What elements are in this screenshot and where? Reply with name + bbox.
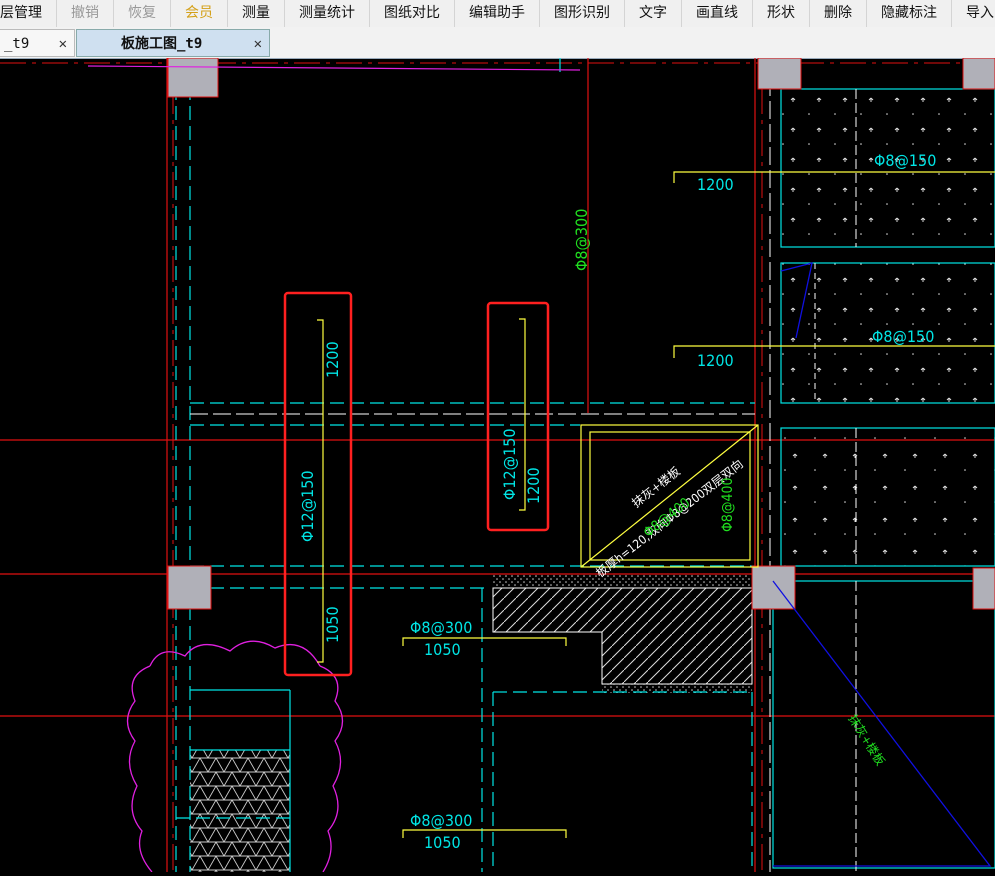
rebar-label[interactable]: Φ12@150 [298, 470, 317, 542]
dimension-label[interactable]: 1050 [323, 606, 342, 643]
rebar-label[interactable]: Φ8@300 [410, 811, 472, 830]
blue-diagonal [772, 580, 992, 867]
shaft-label[interactable]: 抹灰+楼板 [845, 712, 888, 768]
tab-slab-drawing[interactable]: 板施工图_t9 ✕ [76, 29, 270, 57]
import-button[interactable]: 导入 [952, 0, 995, 27]
dimension-label[interactable]: 1200 [697, 175, 734, 194]
drawing-compare-button[interactable]: 图纸对比 [370, 0, 455, 27]
rebar-label[interactable]: Φ8@150 [874, 151, 936, 170]
edit-assistant-button[interactable]: 编辑助手 [455, 0, 540, 27]
text-button[interactable]: 文字 [625, 0, 682, 27]
magenta-line [87, 65, 581, 71]
tab-label: _t9 [4, 36, 30, 52]
main-toolbar: 层管理 撤销 恢复 会员 测量 测量统计 图纸对比 编辑助手 图形识别 文字 画… [0, 0, 995, 28]
rebar-label[interactable]: Φ8@150 [872, 327, 934, 346]
speckle-strip [493, 575, 751, 586]
rebar-label[interactable]: Φ8@400 [720, 477, 736, 532]
undo-button[interactable]: 撤销 [57, 0, 114, 27]
dimension-label[interactable]: 1050 [424, 833, 461, 852]
dimension-label[interactable]: 1200 [323, 341, 342, 378]
dimension-label[interactable]: 1200 [524, 467, 543, 504]
shape-recognition-button[interactable]: 图形识别 [540, 0, 625, 27]
drawing-canvas[interactable]: Φ8@150 1200 Φ8@150 1200 Φ8@300 1200 Φ12@… [0, 57, 995, 873]
close-icon[interactable]: ✕ [254, 30, 262, 58]
dimension-label[interactable]: 1050 [424, 640, 461, 659]
hide-annotation-button[interactable]: 隐藏标注 [867, 0, 952, 27]
rebar-label[interactable]: Φ8@300 [410, 618, 472, 637]
rebar-label[interactable]: Φ8@300 [572, 209, 591, 271]
close-icon[interactable]: ✕ [59, 30, 67, 58]
draw-line-button[interactable]: 画直线 [682, 0, 753, 27]
dimension-label[interactable]: 1200 [697, 351, 734, 370]
measure-statistics-button[interactable]: 测量统计 [285, 0, 370, 27]
layer-management-button[interactable]: 层管理 [0, 0, 57, 27]
delete-button[interactable]: 删除 [810, 0, 867, 27]
tab-previous-drawing[interactable]: _t9 ✕ [0, 29, 75, 57]
document-tab-bar: _t9 ✕ 板施工图_t9 ✕ [0, 27, 995, 59]
hatched-slab-area [781, 428, 995, 566]
member-button[interactable]: 会员 [171, 0, 228, 27]
triangle-hatch-area [190, 750, 290, 872]
stair-hatch-area [492, 587, 753, 685]
redo-button[interactable]: 恢复 [114, 0, 171, 27]
shape-button[interactable]: 形状 [753, 0, 810, 27]
measure-button[interactable]: 测量 [228, 0, 285, 27]
cad-drawing[interactable]: Φ8@150 1200 Φ8@150 1200 Φ8@300 1200 Φ12@… [0, 57, 995, 873]
tab-label: 板施工图_t9 [121, 36, 203, 52]
rebar-label[interactable]: Φ12@150 [500, 428, 519, 500]
